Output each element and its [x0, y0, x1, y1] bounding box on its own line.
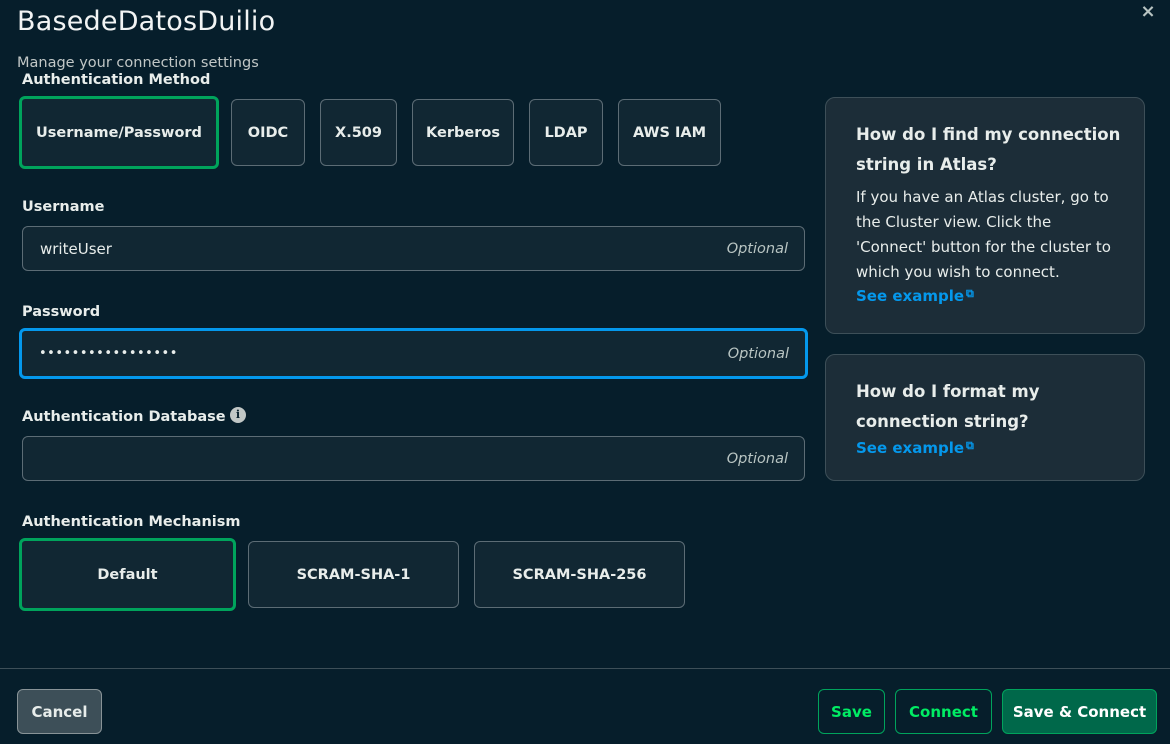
info-icon[interactable]: i — [230, 407, 246, 423]
close-icon[interactable]: × — [1138, 2, 1158, 22]
help-card-format-title: How do I format my connection string? — [856, 382, 1040, 431]
auth-method-label: Authentication Method — [22, 72, 211, 88]
auth-mechanism-scram-sha-256[interactable]: SCRAM-SHA-256 — [474, 541, 685, 608]
auth-database-field[interactable]: Optional — [22, 436, 805, 481]
username-value: writeUser — [40, 239, 112, 258]
auth-database-label: Authentication Database — [22, 409, 226, 425]
help-card-format: How do I format my connection string? Se… — [825, 354, 1145, 481]
cancel-button[interactable]: Cancel — [17, 689, 102, 734]
see-example-link-1-label: See example — [856, 287, 965, 305]
see-example-link-2-label: See example — [856, 439, 965, 457]
footer-divider — [0, 668, 1170, 669]
auth-mechanism-scram-sha-1[interactable]: SCRAM-SHA-1 — [248, 541, 459, 608]
see-example-link-1[interactable]: See example ⧉ — [856, 287, 974, 305]
username-field[interactable]: writeUser Optional — [22, 226, 805, 271]
auth-method-oidc[interactable]: OIDC — [231, 99, 305, 166]
help-card-atlas: How do I find my connection string in At… — [825, 97, 1145, 334]
auth-method-x509[interactable]: X.509 — [320, 99, 397, 166]
auth-method-username-password[interactable]: Username/Password — [19, 96, 219, 169]
auth-method-ldap[interactable]: LDAP — [529, 99, 603, 166]
see-example-link-2[interactable]: See example ⧉ — [856, 439, 974, 457]
username-optional-hint: Optional — [726, 240, 788, 257]
auth-mechanism-label: Authentication Mechanism — [22, 514, 241, 530]
auth-database-optional-hint: Optional — [726, 450, 788, 467]
save-and-connect-button[interactable]: Save & Connect — [1002, 689, 1157, 734]
password-label: Password — [22, 304, 101, 320]
help-card-atlas-body: If you have an Atlas cluster, go to the … — [856, 188, 1111, 281]
save-button[interactable]: Save — [818, 689, 885, 734]
password-field[interactable]: ••••••••••••••••• Optional — [19, 328, 808, 379]
password-value: ••••••••••••••••• — [39, 346, 178, 361]
auth-mechanism-default[interactable]: Default — [19, 538, 236, 611]
connect-button[interactable]: Connect — [895, 689, 992, 734]
external-link-icon: ⧉ — [966, 439, 974, 452]
help-card-atlas-title: How do I find my connection string in At… — [856, 125, 1121, 174]
dialog-title: BasedeDatosDuilio — [17, 6, 276, 37]
dialog-subtitle: Manage your connection settings — [17, 55, 259, 71]
auth-method-kerberos[interactable]: Kerberos — [412, 99, 514, 166]
username-label: Username — [22, 199, 105, 215]
password-optional-hint: Optional — [727, 345, 789, 362]
auth-method-aws-iam[interactable]: AWS IAM — [618, 99, 721, 166]
external-link-icon: ⧉ — [966, 287, 974, 300]
